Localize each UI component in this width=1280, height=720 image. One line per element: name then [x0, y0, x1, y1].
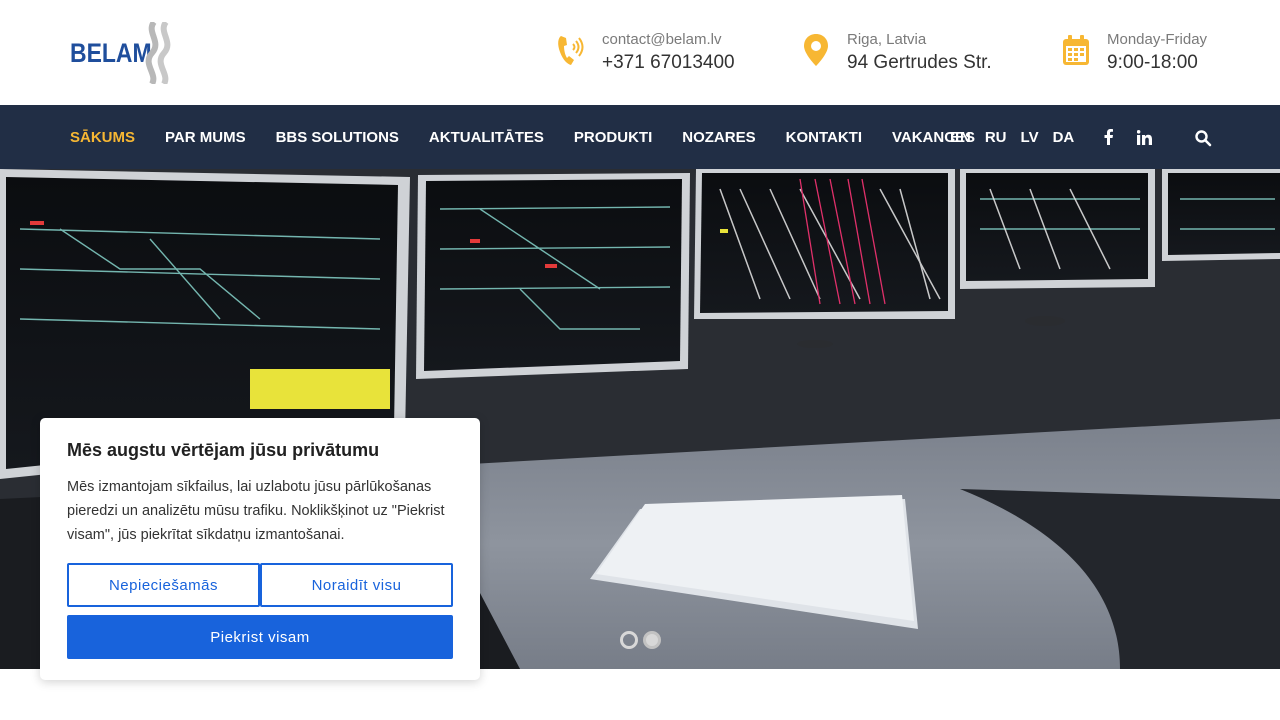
contact-email[interactable]: contact@belam.lv	[602, 30, 735, 50]
nav-item-nozares[interactable]: NOZARES	[682, 129, 755, 146]
nav-item-produkti[interactable]: PRODUKTI	[574, 129, 652, 146]
nav-item-bbs-solutions[interactable]: BBS SOLUTIONS	[276, 129, 399, 146]
lang-da[interactable]: DA	[1053, 129, 1075, 146]
map-pin-icon	[801, 30, 831, 70]
address-city: Riga, Latvia	[847, 31, 927, 48]
lang-ru[interactable]: RU	[985, 129, 1007, 146]
language-switcher: EN RU LV DA	[950, 105, 1088, 169]
linkedin-icon[interactable]	[1136, 129, 1152, 145]
lang-lv[interactable]: LV	[1021, 129, 1039, 146]
search-icon[interactable]	[1194, 129, 1212, 147]
contact-phone: contact@belam.lv +371 67013400	[556, 30, 735, 76]
accept-all-button[interactable]: Piekrist visam	[67, 615, 453, 659]
contact-address: Riga, Latvia 94 Gertrudes Str.	[801, 30, 992, 76]
nav-item-sakums[interactable]: SĀKUMS	[70, 129, 135, 146]
address-street: 94 Gertrudes Str.	[847, 52, 992, 73]
slider-dot-1[interactable]	[620, 631, 638, 649]
necessary-cookies-button[interactable]: Nepieciešamās	[67, 563, 260, 607]
hours-days: Monday-Friday	[1107, 31, 1208, 48]
phone-icon	[556, 30, 586, 70]
calendar-icon	[1061, 30, 1091, 70]
top-header: BELAM contact@belam.lv +371 67013400 Rig…	[0, 0, 1280, 105]
reject-all-button[interactable]: Noraidīt visu	[260, 563, 453, 607]
slider-dots	[620, 631, 666, 649]
facebook-icon[interactable]	[1100, 129, 1116, 145]
cookie-text: Mēs izmantojam sīkfailus, lai uzlabotu j…	[67, 479, 445, 543]
nav-item-aktualitates[interactable]: AKTUALITĀTES	[429, 129, 544, 146]
main-nav: SĀKUMS PAR MUMS BBS SOLUTIONS AKTUALITĀT…	[70, 105, 1005, 169]
main-navbar: SĀKUMS PAR MUMS BBS SOLUTIONS AKTUALITĀT…	[0, 105, 1280, 169]
slider-dot-2[interactable]	[643, 631, 661, 649]
cookie-consent-panel: Mēs augstu vērtējam jūsu privātumu Mēs i…	[40, 418, 480, 680]
lang-en[interactable]: EN	[950, 129, 971, 146]
contact-hours: Monday-Friday 9:00-18:00	[1061, 30, 1207, 76]
logo-text: BELAM	[70, 37, 152, 68]
social-links	[1100, 105, 1172, 169]
contact-phone-number[interactable]: +371 67013400	[602, 50, 735, 76]
hours-time: 9:00-18:00	[1107, 52, 1198, 73]
cookie-title: Mēs augstu vērtējam jūsu privātumu	[67, 440, 380, 460]
cookie-button-row: Nepieciešamās Noraidīt visu	[67, 563, 453, 607]
nav-item-par-mums[interactable]: PAR MUMS	[165, 129, 246, 146]
logo-wave-icon	[145, 22, 171, 84]
nav-item-kontakti[interactable]: KONTAKTI	[786, 129, 862, 146]
belam-logo[interactable]: BELAM	[70, 22, 180, 84]
